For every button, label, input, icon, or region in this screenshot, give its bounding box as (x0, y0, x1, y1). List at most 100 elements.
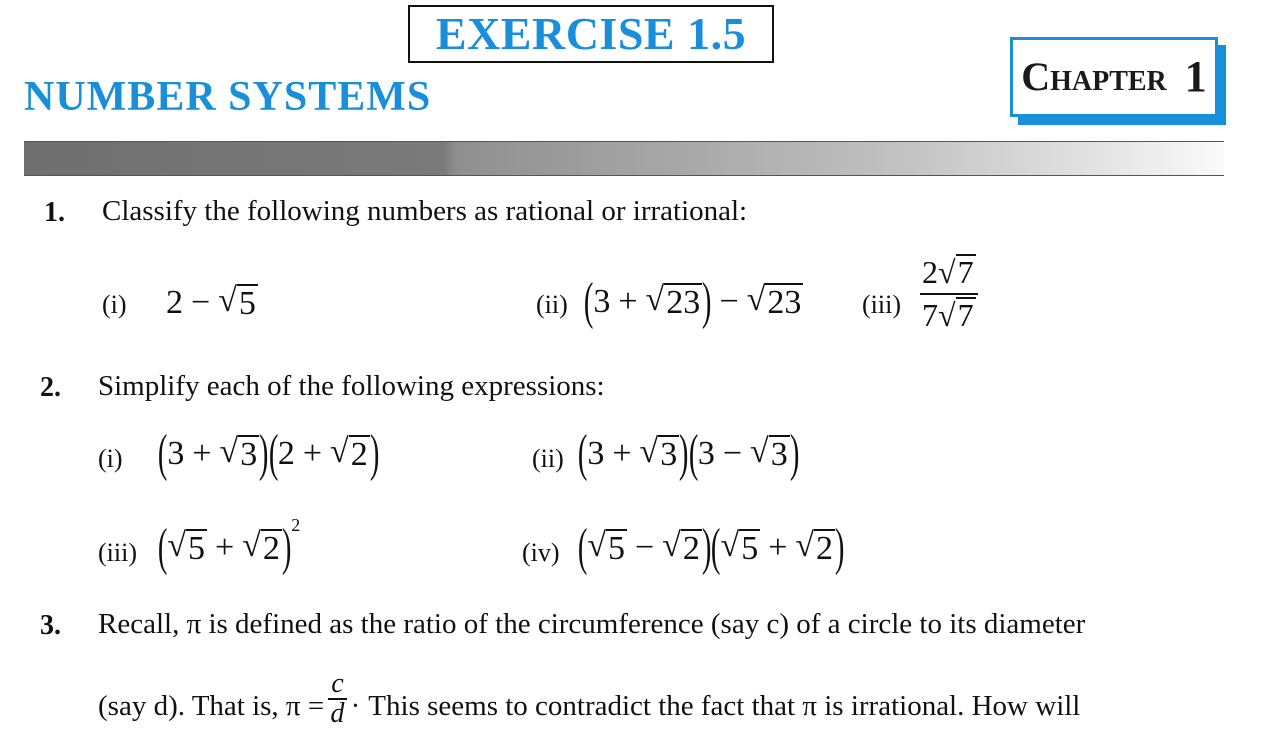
radicand: 5 (739, 529, 761, 568)
radical-sign: √ (720, 527, 740, 565)
radicand: 5 (606, 529, 627, 568)
square-root: √ 5 (721, 529, 761, 567)
math-digit: 2 (922, 254, 938, 290)
q2-part-iii-expression: ( √ 5 + √ 2 ) 2 (158, 516, 300, 576)
radical-sign: √ (218, 282, 237, 319)
radicand: 3 (238, 435, 260, 474)
square-root: √ 2 (330, 435, 370, 473)
q1-part-ii-expression: ( 3 + √ 23 ) − √ 23 (583, 273, 804, 330)
question-3-text-line-2-end: This seems to contradict the fact that π… (368, 689, 1081, 722)
left-paren: ( (688, 425, 698, 482)
left-paren: ( (157, 425, 168, 482)
q1-part-i-label: (i) (102, 290, 127, 319)
square-root: √ 2 (242, 529, 282, 567)
radicand: 23 (664, 283, 703, 322)
q1-part-i-expression: 2 − √ 5 (166, 284, 258, 322)
square-root: √ 5 (167, 529, 207, 567)
radicand: 2 (260, 529, 282, 568)
exercise-title-box: EXERCISE 1.5 (408, 5, 774, 63)
right-paren: ) (281, 519, 292, 576)
square-root: √ 3 (220, 435, 260, 473)
math-operator: − (722, 435, 743, 472)
square-root: √ 2 (795, 527, 836, 567)
q2-part-iv-expression: ( √ 5 − √ 2 ) ( √ 5 + √ 2 ) (577, 519, 845, 576)
radical-sign: √ (750, 433, 769, 471)
radical-sign: √ (938, 297, 956, 333)
radicand: 5 (186, 529, 207, 568)
q1-part-iii-label: (iii) (862, 290, 901, 319)
chapter-number: 1 (1184, 52, 1207, 101)
radicand: 7 (955, 254, 976, 290)
radicand: 3 (768, 435, 790, 474)
radical-sign: √ (662, 527, 681, 565)
square-root: √ 23 (646, 283, 703, 321)
right-paren: ) (259, 425, 269, 482)
q1-part-iii-fraction: 2 √ 7 7 √ 7 (920, 254, 978, 334)
math-digit: 7 (922, 297, 938, 333)
math-operator: + (192, 435, 212, 472)
math-digit: 3 (697, 435, 715, 472)
math-operator: + (612, 435, 632, 472)
math-operator: − (719, 283, 739, 320)
q2-part-i-label: (i) (98, 444, 123, 473)
dot-separator: · (350, 689, 361, 722)
left-paren: ( (583, 273, 594, 330)
square-root: √ 23 (747, 283, 804, 321)
question-3-text-line-2-start: (say d). That is, π = (98, 689, 325, 722)
right-paren: ) (834, 519, 845, 576)
right-paren: ) (369, 425, 380, 482)
square-root: √ 2 (662, 529, 702, 567)
q2-part-iv-label: (iv) (522, 538, 560, 567)
question-1-text: Classify the following numbers as ration… (102, 195, 748, 227)
left-paren: ( (577, 519, 588, 576)
radical-sign: √ (587, 527, 606, 565)
math-digit: 3 (593, 283, 611, 320)
radical-sign: √ (746, 281, 766, 319)
question-3-text-line-1: Recall, π is defined as the ratio of the… (98, 608, 1086, 640)
square-root: √ 7 (938, 254, 976, 291)
math-digit: 3 (587, 435, 605, 472)
math-operator: + (215, 529, 235, 566)
q1-part-ii-label: (ii) (536, 290, 568, 319)
math-digit: 2 (277, 435, 295, 472)
header-divider-bar (24, 141, 1224, 176)
left-paren: ( (577, 425, 588, 482)
chapter-label: Chapter (1021, 54, 1167, 99)
radical-sign: √ (242, 527, 261, 565)
math-operator: + (618, 283, 638, 320)
right-paren: ) (701, 519, 712, 576)
math-operator: − (635, 529, 655, 566)
radicand: 23 (765, 283, 804, 322)
square-root: √ 3 (640, 435, 680, 473)
radical-sign: √ (795, 527, 815, 565)
question-2-text: Simplify each of the following expressio… (98, 370, 605, 402)
math-operator: − (191, 283, 211, 321)
radicand: 5 (236, 284, 258, 322)
left-paren: ( (268, 425, 278, 482)
fraction-denominator: 7 √ 7 (922, 295, 976, 334)
question-1-number: 1. (44, 197, 65, 228)
exercise-title: EXERCISE 1.5 (435, 8, 747, 59)
fraction-numerator: 2 √ 7 (920, 254, 978, 295)
radical-sign: √ (639, 433, 659, 471)
radicand: 7 (955, 297, 976, 333)
exponent: 2 (291, 515, 301, 535)
chapter-badge: Chapter 1 (1010, 37, 1226, 125)
radicand: 2 (348, 435, 370, 474)
section-title: NUMBER SYSTEMS (24, 74, 432, 120)
chapter-badge-box: Chapter 1 (1010, 37, 1218, 117)
q2-part-ii-label: (ii) (532, 444, 564, 473)
q2-part-iii-label: (iii) (98, 538, 137, 567)
radical-sign: √ (645, 281, 665, 319)
radical-sign: √ (938, 254, 956, 290)
radicand: 2 (680, 529, 702, 568)
radical-sign: √ (219, 433, 239, 471)
right-paren: ) (789, 425, 800, 482)
question-3-number: 3. (40, 610, 61, 641)
math-digit: 3 (167, 435, 185, 472)
math-digit: 2 (166, 283, 183, 321)
question-3-text-line-2: (say d). That is, π = c d · This seems t… (98, 670, 1081, 728)
left-paren: ( (711, 519, 721, 576)
q2-part-ii-expression: ( 3 + √ 3 ) ( 3 − √ 3 ) (578, 428, 799, 480)
right-paren: ) (702, 273, 712, 330)
